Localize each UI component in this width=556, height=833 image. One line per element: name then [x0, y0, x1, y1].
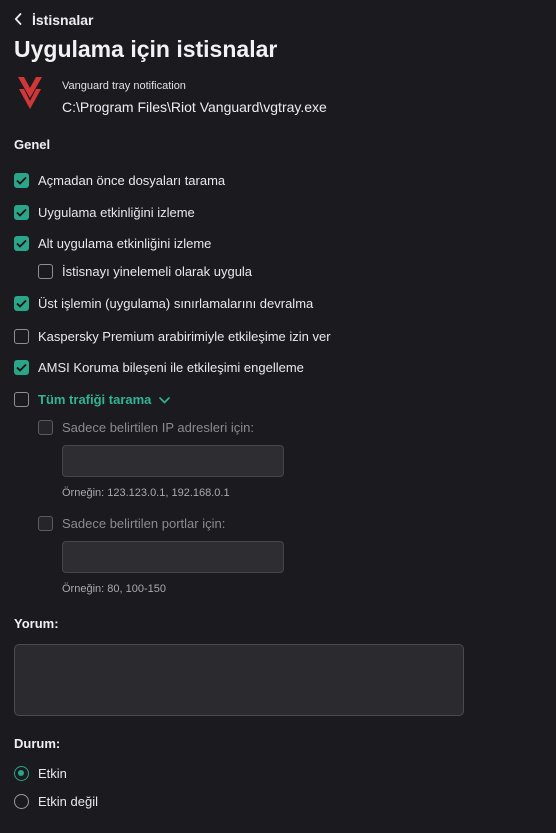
- chevron-down-icon: [159, 392, 171, 407]
- option-scan-before-open[interactable]: Açmadan önce dosyaları tarama: [14, 170, 225, 190]
- status-title: Durum:: [14, 736, 61, 751]
- back-label: İstisnalar: [32, 12, 94, 28]
- option-monitor-child-activity[interactable]: Alt uygulama etkinliğini izleme: [14, 233, 211, 253]
- ip-address-input[interactable]: [62, 445, 284, 477]
- checkbox-unchecked-icon[interactable]: [14, 391, 29, 407]
- app-path: C:\Program Files\Riot Vanguard\vgtray.ex…: [62, 99, 327, 115]
- app-name: Vanguard tray notification: [62, 80, 186, 92]
- port-input[interactable]: [62, 541, 284, 573]
- vanguard-logo-icon: [17, 76, 43, 110]
- checkbox-checked-icon[interactable]: [14, 295, 29, 311]
- option-label: Üst işlemin (uygulama) sınırlamalarını d…: [38, 295, 314, 311]
- option-specific-ips[interactable]: Sadece belirtilen IP adresleri için:: [38, 417, 254, 437]
- comment-textarea[interactable]: [14, 644, 464, 716]
- checkbox-checked-icon[interactable]: [14, 359, 29, 375]
- section-title-general: Genel: [14, 137, 51, 152]
- option-monitor-app-activity[interactable]: Uygulama etkinliğini izleme: [14, 202, 195, 222]
- checkbox-unchecked-icon[interactable]: [14, 328, 29, 344]
- status-label: Etkin değil: [38, 793, 98, 809]
- ip-hint: Örneğin: 123.123.0.1, 192.168.0.1: [62, 487, 230, 499]
- checkbox-unchecked-icon[interactable]: [38, 263, 53, 279]
- chevron-left-icon: [14, 13, 22, 27]
- option-inherit-restrictions[interactable]: Üst işlemin (uygulama) sınırlamalarını d…: [14, 293, 313, 313]
- status-option-enabled[interactable]: Etkin: [14, 763, 67, 783]
- option-label: AMSI Koruma bileşeni ile etkileşimi enge…: [38, 359, 304, 375]
- option-label: Açmadan önce dosyaları tarama: [38, 172, 226, 188]
- option-label: Uygulama etkinliğini izleme: [38, 204, 195, 220]
- option-label: Tüm trafiği tarama: [38, 391, 152, 407]
- comment-title: Yorum:: [14, 616, 59, 631]
- radio-unselected-icon[interactable]: [14, 793, 29, 809]
- option-allow-interface-interaction[interactable]: Kaspersky Premium arabirimiyle etkileşim…: [14, 326, 331, 346]
- option-block-amsi-interaction[interactable]: AMSI Koruma bileşeni ile etkileşimi enge…: [14, 357, 304, 377]
- page-title: Uygulama için istisnalar: [14, 36, 278, 62]
- status-label: Etkin: [38, 765, 67, 781]
- status-option-disabled[interactable]: Etkin değil: [14, 791, 98, 811]
- option-label: Sadece belirtilen portlar için:: [62, 515, 226, 531]
- option-label: Kaspersky Premium arabirimiyle etkileşim…: [38, 328, 331, 344]
- option-specific-ports[interactable]: Sadece belirtilen portlar için:: [38, 513, 225, 533]
- checkbox-disabled-icon[interactable]: [38, 515, 53, 531]
- option-label: İstisnayı yinelemeli olarak uygula: [62, 263, 253, 279]
- traffic-expand-link[interactable]: Tüm trafiği tarama: [38, 391, 171, 407]
- port-hint: Örneğin: 80, 100-150: [62, 583, 166, 595]
- checkbox-checked-icon[interactable]: [14, 235, 29, 251]
- radio-selected-icon[interactable]: [14, 765, 29, 781]
- checkbox-disabled-icon[interactable]: [38, 419, 53, 435]
- checkbox-checked-icon[interactable]: [14, 204, 29, 220]
- checkbox-checked-icon[interactable]: [14, 172, 29, 188]
- option-scan-all-traffic[interactable]: Tüm trafiği tarama: [14, 389, 171, 409]
- option-label: Sadece belirtilen IP adresleri için:: [62, 419, 254, 435]
- option-apply-recursively[interactable]: İstisnayı yinelemeli olarak uygula: [38, 261, 252, 281]
- back-button[interactable]: İstisnalar: [14, 10, 93, 30]
- option-label: Alt uygulama etkinliğini izleme: [38, 235, 212, 251]
